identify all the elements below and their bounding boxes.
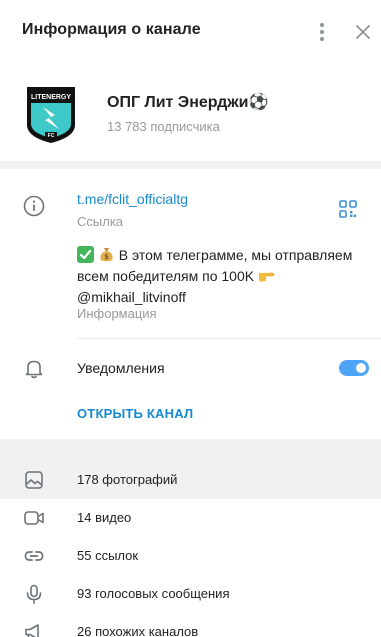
channel-link[interactable]: t.me/fclit_officialtg: [77, 191, 188, 207]
media-item-label: 93 голосовых сообщения: [77, 586, 230, 601]
media-item-label: 26 похожих каналов: [77, 624, 199, 637]
qr-code-icon[interactable]: [336, 197, 360, 221]
money-bag-icon: $: [100, 248, 113, 262]
description-caption: Информация: [77, 306, 157, 321]
channel-profile: LITENERGY FC ОПГ Лит Энерджи⚽ 13 783 под…: [0, 62, 381, 161]
close-icon[interactable]: [350, 19, 376, 45]
microphone-icon: [26, 584, 42, 604]
bell-icon: [25, 360, 43, 379]
megaphone-icon: [25, 624, 39, 637]
photo-icon: [25, 471, 43, 489]
media-item-links[interactable]: 55 ссылок: [0, 537, 381, 575]
info-icon: [23, 195, 45, 217]
more-vertical-icon[interactable]: [308, 18, 336, 46]
channel-name: ОПГ Лит Энерджи⚽: [107, 94, 269, 111]
media-item-label: 55 ссылок: [77, 548, 139, 563]
link-caption: Ссылка: [77, 214, 124, 229]
video-icon: [24, 511, 44, 525]
media-item-label: 178 фотографий: [77, 472, 178, 487]
media-item-voice[interactable]: 93 голосовых сообщения: [0, 575, 381, 613]
subscriber-count: 13 783 подписчика: [107, 119, 220, 134]
panel-title: Информация о канале: [22, 21, 201, 38]
avatar-logo-sub: FC: [48, 133, 55, 139]
avatar-logo-text: LITENERGY: [31, 94, 71, 101]
channel-avatar: LITENERGY FC: [27, 87, 75, 143]
check-mark-icon: [77, 246, 94, 263]
svg-text:$: $: [104, 253, 109, 261]
shared-media-list: 178 фотографий 14 видео 55 ссылок 93 гол…: [0, 461, 381, 637]
channel-info-section: t.me/fclit_officialtg Ссылка $ В этом те…: [0, 169, 381, 439]
notifications-toggle[interactable]: [339, 360, 369, 376]
description-line-3: @mikhail_litvinoff: [77, 289, 186, 305]
media-item-similar-channels[interactable]: 26 похожих каналов: [0, 613, 381, 637]
header-bar: Информация о канале: [0, 0, 381, 62]
description-line-2: всем победителям по 100K: [77, 268, 258, 284]
media-item-videos[interactable]: 14 видео: [0, 499, 381, 537]
notifications-label: Уведомления: [77, 360, 165, 376]
link-icon: [24, 551, 44, 561]
media-item-photos[interactable]: 178 фотографий: [0, 461, 381, 499]
description-line-1: В этом телеграмме, мы отправляем: [114, 247, 353, 263]
channel-description: $ В этом телеграмме, мы отправляем всем …: [77, 245, 362, 308]
media-item-label: 14 видео: [77, 510, 132, 525]
section-divider: [77, 338, 381, 339]
pointing-hand-icon: [258, 272, 275, 282]
open-channel-button[interactable]: ОТКРЫТЬ КАНАЛ: [77, 406, 193, 421]
